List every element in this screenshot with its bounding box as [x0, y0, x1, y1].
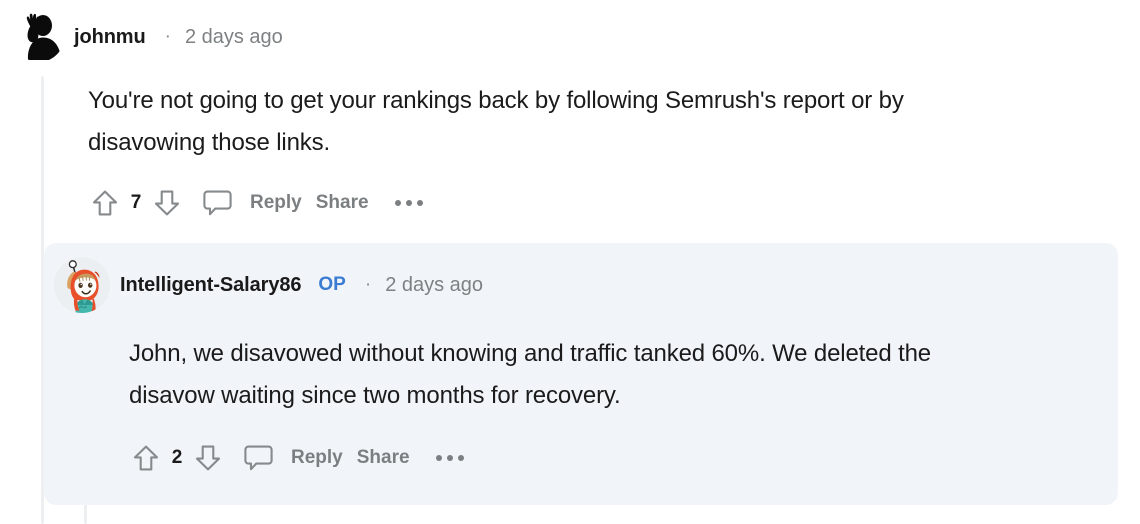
reply-button[interactable]: Reply — [291, 447, 343, 469]
comment-body-text: You're not going to get your rankings ba… — [88, 87, 904, 156]
more-dot — [435, 455, 442, 461]
comment-header: Intelligent-Salary86 OP · 2 days ago — [44, 243, 1118, 313]
vote-count: 2 — [171, 447, 183, 468]
more-dot — [394, 200, 401, 206]
op-badge: OP — [318, 274, 346, 295]
comment-timestamp: 2 days ago — [184, 25, 283, 48]
downvote-arrow-icon[interactable] — [191, 441, 225, 475]
vote-count: 7 — [130, 192, 142, 213]
comment-body-text: John, we disavowed without knowing and t… — [129, 340, 932, 409]
comment-intelligent-salary86: Intelligent-Salary86 OP · 2 days ago Joh… — [44, 243, 1118, 475]
more-dot — [416, 200, 423, 206]
comment-action-bar: 2 Reply Share — [44, 417, 1118, 475]
more-options-icon[interactable] — [435, 441, 464, 475]
downvote-arrow-icon[interactable] — [150, 186, 184, 220]
avatar-snoo-orange-hood[interactable] — [54, 257, 110, 313]
meta-separator: · — [364, 274, 372, 295]
more-dot — [405, 200, 412, 206]
reply-button[interactable]: Reply — [250, 192, 302, 214]
share-button[interactable]: Share — [316, 192, 369, 214]
comment-username[interactable]: johnmu — [74, 26, 146, 49]
upvote-arrow-icon[interactable] — [129, 441, 163, 475]
share-button[interactable]: Share — [357, 447, 410, 469]
comment-johnmu: johnmu · 2 days ago You're not going to … — [0, 0, 1140, 220]
more-dot — [457, 455, 464, 461]
comment-bubble-icon[interactable] — [200, 186, 234, 220]
more-options-icon[interactable] — [394, 186, 423, 220]
comment-username[interactable]: Intelligent-Salary86 — [120, 274, 302, 297]
avatar-johnmu-silhouette[interactable] — [14, 12, 64, 62]
more-dot — [446, 455, 453, 461]
comment-action-bar: 7 Reply Share — [0, 164, 1140, 220]
comment-timestamp: 2 days ago — [385, 273, 484, 296]
meta-separator: · — [164, 26, 171, 47]
comment-bubble-icon[interactable] — [241, 441, 275, 475]
upvote-arrow-icon[interactable] — [88, 186, 122, 220]
comment-thread-container: johnmu · 2 days ago You're not going to … — [0, 0, 1140, 524]
comment-header: johnmu · 2 days ago — [0, 0, 1140, 62]
